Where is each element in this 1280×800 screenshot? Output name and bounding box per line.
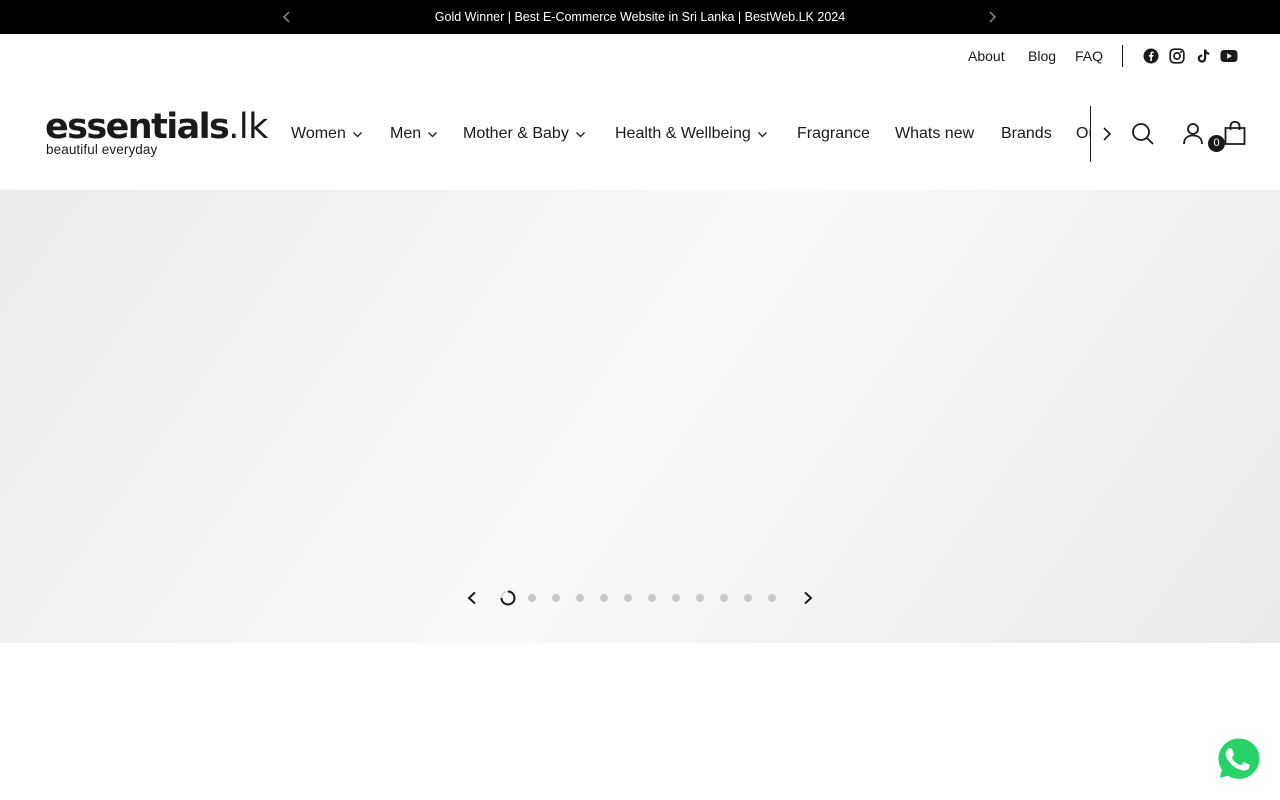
chevron-right-icon [989,11,997,23]
about-link[interactable]: About [968,44,1005,68]
chevron-down-icon [757,131,767,137]
slide-dot[interactable] [528,594,536,602]
whatsapp-chat-button[interactable] [1211,731,1267,787]
whatsapp-icon [1215,735,1263,783]
tiktok-icon [1197,49,1210,63]
nav-item-fragrance[interactable]: Fragrance [797,118,870,150]
facebook-icon [1143,48,1159,64]
chevron-down-icon [428,131,438,137]
slide-dot[interactable] [600,594,608,602]
nav-item-women[interactable]: Women [291,118,363,150]
tiktok-link[interactable] [1194,47,1212,65]
chevron-down-icon [352,131,362,137]
instagram-icon [1169,48,1185,64]
arrow-left-icon [467,591,476,605]
youtube-link[interactable] [1220,47,1238,65]
utility-nav: About Blog FAQ [0,44,1280,68]
announcement-next-button[interactable] [983,8,1001,26]
cart-count-badge: 0 [1208,135,1225,152]
site-logo[interactable]: essentials.lk beautiful everyday [45,108,268,160]
announcement-message[interactable]: Gold Winner | Best E-Commerce Website in… [0,0,1280,34]
search-button[interactable] [1130,121,1156,147]
chevron-down-icon [575,131,585,137]
shopping-bag-icon [1224,120,1246,145]
nav-scroll-next-button[interactable] [1098,124,1116,144]
slide-dot[interactable] [744,594,752,602]
nav-scroll-divider [1090,106,1091,162]
nav-item-our-stores[interactable]: Our Stores [1076,118,1091,150]
cart-button[interactable] [1222,120,1248,146]
slide-dot[interactable] [648,594,656,602]
progress-ring-icon [500,590,516,606]
slideshow-next-button[interactable] [798,588,818,608]
youtube-icon [1220,50,1238,62]
instagram-link[interactable] [1168,47,1186,65]
slide-dot[interactable] [768,594,776,602]
blog-link[interactable]: Blog [1028,44,1056,68]
slide-dot[interactable] [672,594,680,602]
slide-dot[interactable] [720,594,728,602]
search-icon [1132,123,1154,145]
facebook-link[interactable] [1142,47,1160,65]
arrow-right-icon [804,591,813,605]
slide-dot[interactable] [552,594,560,602]
nav-item-mother-baby[interactable]: Mother & Baby [463,118,586,150]
main-nav: Women Men Mother & Baby Health & Wellbei… [291,118,1091,150]
account-icon [1183,123,1203,145]
slide-dot[interactable] [500,590,516,606]
faq-link[interactable]: FAQ [1075,44,1103,68]
nav-item-men[interactable]: Men [390,118,438,150]
nav-item-brands[interactable]: Brands [1001,118,1052,150]
logo-wordmark: essentials.lk [45,107,268,147]
account-button[interactable] [1180,121,1206,147]
slide-dot[interactable] [576,594,584,602]
utility-divider [1122,45,1123,67]
nav-item-whats-new[interactable]: Whats new [895,118,974,150]
chevron-right-icon [1103,127,1112,141]
nav-item-health-wellbeing[interactable]: Health & Wellbeing [615,118,768,150]
slide-dot[interactable] [624,594,632,602]
logo-tagline: beautiful everyday [46,142,158,157]
hero-slideshow[interactable] [0,190,1280,643]
slide-dot[interactable] [696,594,704,602]
announcement-bar: Gold Winner | Best E-Commerce Website in… [0,0,1280,34]
slideshow-prev-button[interactable] [462,588,482,608]
